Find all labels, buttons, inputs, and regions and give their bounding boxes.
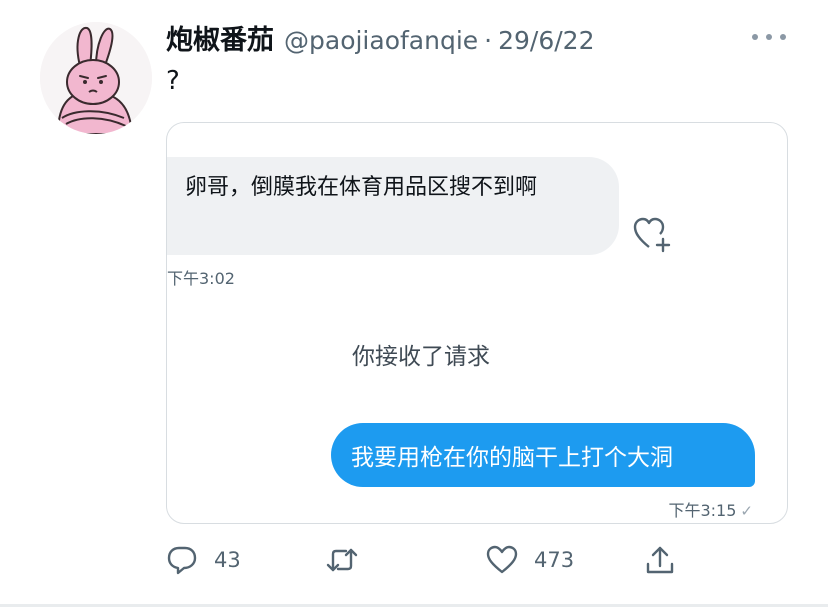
- tweet-text: ?: [166, 66, 180, 96]
- heart-plus-icon: [633, 217, 671, 253]
- embedded-screenshot-card[interactable]: 卵哥，倒膜我在体育用品区搜不到啊 下午3:02 你接收了请求 我要用枪在你的脑干…: [166, 122, 788, 524]
- action-bar: 43 473: [0, 540, 828, 584]
- separator-dot: ·: [484, 26, 493, 55]
- incoming-timestamp: 下午3:02: [167, 269, 235, 288]
- pink-rabbit-avatar-icon: [40, 22, 152, 134]
- reply-icon: [167, 546, 197, 575]
- user-handle[interactable]: @paojiaofanqie: [284, 26, 478, 55]
- tweet-header: 炮椒番茄 @paojiaofanqie · 29/6/22: [166, 18, 594, 58]
- reply-button[interactable]: 43: [166, 540, 241, 580]
- incoming-message-bubble: 卵哥，倒膜我在体育用品区搜不到啊: [167, 157, 619, 255]
- reply-count: 43: [214, 548, 241, 572]
- retweet-button[interactable]: [326, 540, 358, 580]
- incoming-message-text: 卵哥，倒膜我在体育用品区搜不到啊: [185, 175, 538, 200]
- retweet-icon: [326, 548, 358, 572]
- outgoing-timestamp: 下午3:15 ✓: [668, 497, 753, 521]
- outgoing-message-bubble: 我要用枪在你的脑干上打个大洞: [331, 423, 755, 487]
- more-icon[interactable]: [752, 30, 786, 44]
- tweet-page: 炮椒番茄 @paojiaofanqie · 29/6/22 ? 卵哥，倒膜我在体…: [0, 0, 828, 607]
- outgoing-time-text: 下午3:15: [668, 501, 737, 520]
- tweet-date[interactable]: 29/6/22: [498, 26, 594, 55]
- like-icon: [486, 545, 518, 574]
- share-button[interactable]: [644, 540, 676, 580]
- read-check-icon: ✓: [740, 502, 753, 520]
- display-name[interactable]: 炮椒番茄: [166, 18, 274, 57]
- avatar[interactable]: [40, 22, 152, 134]
- like-count: 473: [534, 548, 575, 572]
- system-message: 你接收了请求: [352, 344, 490, 370]
- share-icon: [646, 546, 674, 574]
- outgoing-message-text: 我要用枪在你的脑干上打个大洞: [351, 445, 673, 471]
- like-button[interactable]: 473: [486, 540, 574, 580]
